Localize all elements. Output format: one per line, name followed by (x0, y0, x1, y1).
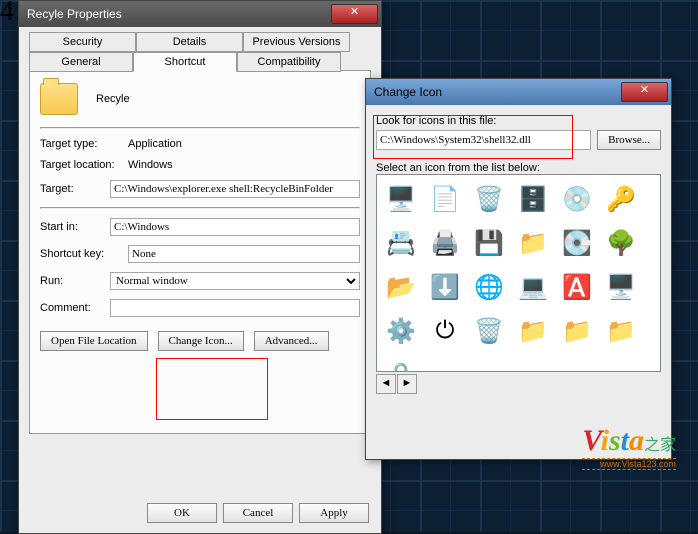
icon-item[interactable]: 💿 (561, 183, 593, 215)
properties-window: Recyle Properties ✕ Security Details Pre… (18, 0, 382, 534)
tab-previous-versions[interactable]: Previous Versions (243, 32, 350, 52)
open-file-location-button[interactable]: Open File Location (40, 331, 148, 351)
shortcutkey-label: Shortcut key: (40, 248, 128, 260)
vista-logo: Vista之家 www.Vista123.com (582, 424, 676, 470)
target-label: Target: (40, 183, 110, 195)
icon-item[interactable]: 🖨️ (429, 227, 461, 259)
run-label: Run: (40, 275, 110, 287)
icon-item[interactable]: 📂 (385, 271, 417, 303)
icon-item[interactable]: 📁 (517, 227, 549, 259)
cancel-button[interactable]: Cancel (223, 503, 293, 523)
scroll-left-icon[interactable]: ◄ (376, 374, 396, 394)
icon-item[interactable]: 🗄️ (517, 183, 549, 215)
target-location-value: Windows (128, 159, 360, 171)
item-name: Recyle (96, 93, 130, 105)
icon-list[interactable]: 🖥️ 📄 🗑️ 🗄️ 💿 🔑 📇 🖨️ 💾 📁 💽 🌳 📂 ⬇️ 🌐 💻 🅰️ 🖥️ ⚙️ ⏻ 🗑️ 📁 📁 📁 🔒 (376, 174, 661, 372)
target-type-value: Application (128, 138, 360, 150)
shortcut-panel: Recyle Target type:Application Target lo… (29, 70, 371, 434)
icon-item[interactable]: 🗑️ (473, 315, 505, 347)
icon-item[interactable]: 🔑 (605, 183, 637, 215)
scroll-right-icon[interactable]: ► (397, 374, 417, 394)
icon-item[interactable]: 📄 (429, 183, 461, 215)
icon-item[interactable]: 📁 (605, 315, 637, 347)
icon-item[interactable]: 💽 (561, 227, 593, 259)
tab-shortcut[interactable]: Shortcut (133, 52, 237, 72)
target-type-label: Target type: (40, 138, 128, 150)
target-location-label: Target location: (40, 159, 128, 171)
titlebar[interactable]: Recyle Properties ✕ (19, 1, 381, 27)
icon-item[interactable]: 🖥️ (385, 183, 417, 215)
comment-input[interactable] (110, 299, 360, 317)
icon-item[interactable]: 🅰️ (561, 271, 593, 303)
folder-icon (40, 83, 78, 115)
shortcutkey-input[interactable] (128, 245, 360, 263)
run-select[interactable]: Normal window (110, 272, 360, 290)
icon-item[interactable]: ⚙️ (385, 315, 417, 347)
icon-item[interactable]: 📁 (517, 315, 549, 347)
icon-item[interactable]: 🗑️ (473, 183, 505, 215)
browse-button[interactable]: Browse... (597, 130, 661, 150)
icon-item[interactable]: 📁 (561, 315, 593, 347)
ok-button[interactable]: OK (147, 503, 217, 523)
select-label: Select an icon from the list below: (376, 162, 661, 174)
icon-item[interactable]: 🖥️ (605, 271, 637, 303)
icon-item[interactable]: 💾 (473, 227, 505, 259)
apply-button[interactable]: Apply (299, 503, 369, 523)
window-title: Recyle Properties (22, 7, 329, 21)
window-title: Change Icon (369, 85, 619, 99)
startin-label: Start in: (40, 221, 110, 233)
comment-label: Comment: (40, 302, 110, 314)
change-icon-window: Change Icon ✕ Look for icons in this fil… (365, 78, 672, 460)
icon-path-input[interactable] (376, 130, 591, 150)
icon-item[interactable]: 💻 (517, 271, 549, 303)
startin-input[interactable] (110, 218, 360, 236)
tab-strip: Security Details Previous Versions Gener… (29, 32, 371, 72)
close-button[interactable]: ✕ (331, 4, 378, 24)
icon-item[interactable]: 🔒 (385, 359, 417, 372)
close-button[interactable]: ✕ (621, 82, 668, 102)
icon-item[interactable]: 🌐 (473, 271, 505, 303)
icon-item[interactable]: 🌳 (605, 227, 637, 259)
advanced-button[interactable]: Advanced... (254, 331, 329, 351)
tab-general[interactable]: General (29, 52, 133, 72)
target-input[interactable] (110, 180, 360, 198)
look-label: Look for icons in this file: (376, 115, 661, 127)
tab-compatibility[interactable]: Compatibility (237, 52, 341, 72)
titlebar[interactable]: Change Icon ✕ (366, 79, 671, 105)
tab-details[interactable]: Details (136, 32, 243, 52)
icon-item[interactable]: ⏻ (429, 315, 461, 347)
icon-item[interactable]: ⬇️ (429, 271, 461, 303)
change-icon-button[interactable]: Change Icon... (158, 331, 244, 351)
tab-security[interactable]: Security (29, 32, 136, 52)
icon-item[interactable]: 📇 (385, 227, 417, 259)
